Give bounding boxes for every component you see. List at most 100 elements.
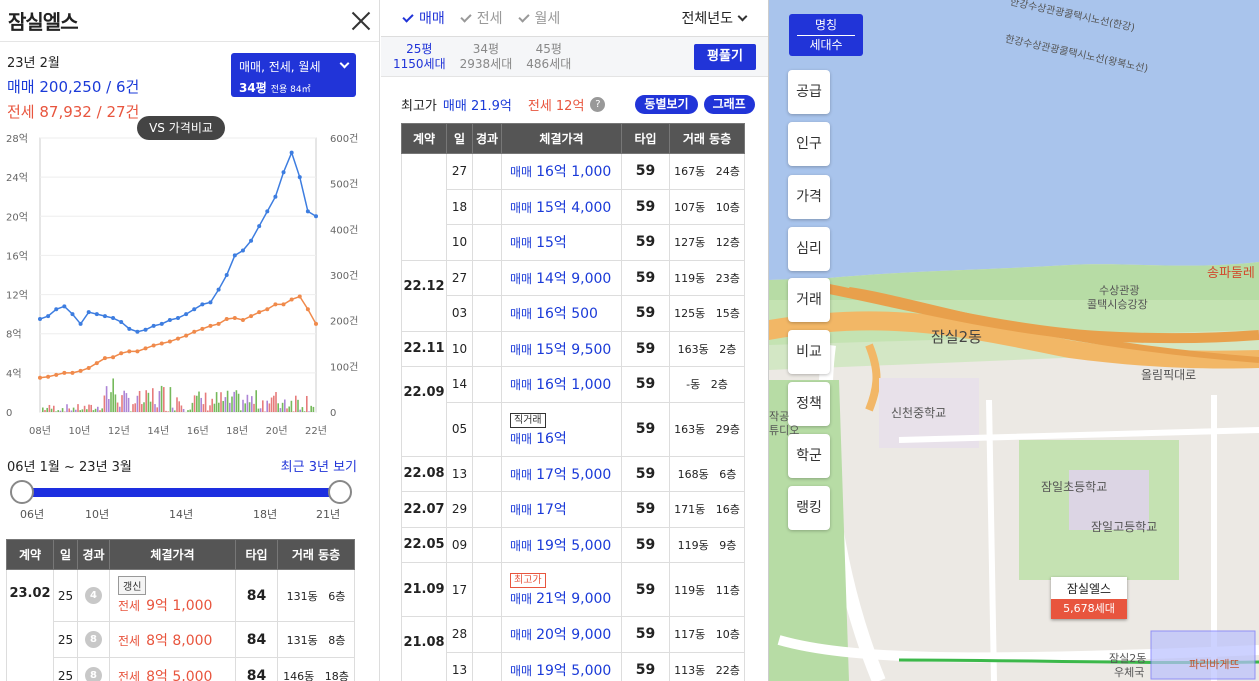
volume-bar xyxy=(174,410,176,412)
x-tick: 14년 xyxy=(147,425,169,437)
volume-bar xyxy=(246,394,249,412)
data-point xyxy=(216,287,221,292)
y-left-tick: 4억 xyxy=(6,368,22,380)
trade-type-dropdown[interactable]: 매매, 전세, 월세 34평 전용 84㎡ xyxy=(231,53,356,97)
y-left-tick: 20억 xyxy=(6,211,28,223)
dong-floor: 131동 6층 xyxy=(277,569,355,622)
data-point xyxy=(232,316,237,321)
floor: 24층 xyxy=(715,165,740,179)
data-point xyxy=(257,310,262,315)
tab-jeonse[interactable]: 전세 xyxy=(460,8,503,28)
table-row[interactable]: 22.12 27 매매 14억 9,000 59 119동 23층 xyxy=(401,259,745,332)
table-row[interactable]: 18 매매 15억 4,000 59 107동 10층 xyxy=(402,188,745,225)
dong: 119동 xyxy=(674,583,706,597)
close-icon[interactable] xyxy=(351,11,371,31)
unit-type: 84 xyxy=(235,657,278,681)
data-point xyxy=(305,209,310,214)
col-header: 체결가격 xyxy=(109,539,236,570)
map-btn-population[interactable]: 인구 xyxy=(788,122,830,166)
data-point xyxy=(265,209,270,214)
volume-bar xyxy=(83,405,86,412)
dong-floor: 171동 16층 xyxy=(669,491,745,528)
vs-compare-button[interactable]: VS 가격비교 xyxy=(137,116,225,140)
volume-bar xyxy=(103,395,106,412)
map-btn-compare[interactable]: 비교 xyxy=(788,330,830,374)
dong: 119동 xyxy=(677,538,709,552)
data-point xyxy=(224,317,229,322)
trade-price: 8억 8,000 xyxy=(146,632,213,649)
size-households: 1150세대 xyxy=(393,56,446,71)
table-row[interactable]: 10 매매 15억 59 127동 12층 xyxy=(402,224,745,261)
trade-price: 15억 4,000 xyxy=(536,199,612,216)
size-option-25[interactable]: 25평 1150세대 xyxy=(393,42,446,72)
volume-bar xyxy=(79,410,81,412)
left-trade-table: 계약 일 경과 체결가격 타입 거래 동층 23.02 25 4 갱신 전세 9억 … xyxy=(6,539,355,681)
volume-bar xyxy=(209,405,211,412)
volume-bar xyxy=(312,406,315,412)
map-view[interactable]: 명칭 세대수 공급 인구 가격 심리 거래 비교 정책 학군 랭킹 한강수상관광… xyxy=(769,0,1259,681)
map-btn-trade[interactable]: 거래 xyxy=(788,278,830,322)
table-row[interactable]: 13 매매 19억 5,000 59 113동 22층 xyxy=(402,651,745,681)
complex-marker[interactable]: 잠실엘스 5,678세대 xyxy=(1051,577,1127,619)
dong: 127동 xyxy=(674,236,706,250)
period-slider[interactable] xyxy=(10,480,352,504)
trade-kind: 매매 xyxy=(510,467,533,482)
table-row[interactable]: 22.05 09 매매 19억 5,000 59 119동 9층 xyxy=(401,526,745,563)
graph-button[interactable]: 그래프 xyxy=(703,95,755,114)
map-btn-sentiment[interactable]: 심리 xyxy=(788,227,830,271)
volume-bar xyxy=(242,399,244,412)
volume-bar xyxy=(281,402,284,412)
volume-bar xyxy=(55,411,57,412)
unit-type: 59 xyxy=(621,651,670,681)
volume-bar xyxy=(268,403,271,412)
table-row: 25 8 전세 8억 5,000 84 146동 18층 xyxy=(7,657,355,681)
size-option-45[interactable]: 45평 486세대 xyxy=(526,42,571,72)
size-option-34[interactable]: 34평 2938세대 xyxy=(460,42,513,72)
help-icon[interactable]: ? xyxy=(590,97,606,112)
table-row[interactable]: 22.07 29 매매 17억 59 171동 16층 xyxy=(401,491,745,528)
volume-bar xyxy=(303,411,306,412)
map-label: 튜디오 xyxy=(769,424,800,437)
volume-bar xyxy=(75,409,77,412)
contract-day: 09 xyxy=(446,526,473,563)
volume-bar xyxy=(189,409,191,412)
volume-bar xyxy=(165,410,167,412)
dong: -동 xyxy=(686,378,701,392)
map-btn-school[interactable]: 학군 xyxy=(788,434,830,478)
recent-3y-link[interactable]: 최근 3년 보기 xyxy=(281,456,357,475)
map-btn-policy[interactable]: 정책 xyxy=(788,382,830,426)
table-row[interactable]: 21.08 28 매매 20억 9,000 59 117동 10층 xyxy=(401,616,745,681)
year-select[interactable]: 전체년도 xyxy=(681,8,748,28)
table-row[interactable]: 22.11 10 매매 15억 9,500 59 163동 2층 xyxy=(401,330,745,367)
pyeong-expand-button[interactable]: 평풀기 xyxy=(694,43,756,70)
size-selector: 25평 1150세대 34평 2938세대 45평 486세대 평풀기 xyxy=(381,37,768,77)
contract-month: 22.09 xyxy=(401,366,447,457)
table-row[interactable]: 22.08 13 매매 17억 5,000 59 168동 6층 xyxy=(401,455,745,492)
slider-handle-start[interactable] xyxy=(10,480,34,504)
x-tick: 08년 xyxy=(29,425,51,437)
table-row[interactable]: 22.09 14 매매 16억 1,000 59 -동 2층 xyxy=(401,366,745,457)
volume-bar xyxy=(222,401,224,412)
volume-bar xyxy=(200,397,202,412)
map-btn-price[interactable]: 가격 xyxy=(788,175,830,219)
table-row[interactable]: 27 매매 16억 1,000 59 167동 24층 xyxy=(401,153,745,261)
volume-bar xyxy=(66,404,68,412)
volume-bar xyxy=(112,378,114,412)
data-point xyxy=(176,336,180,341)
tab-wolse[interactable]: 월세 xyxy=(517,8,560,28)
volume-bar xyxy=(244,403,246,412)
price-cell: 매매 15억 9,500 xyxy=(501,330,622,367)
map-btn-ranking[interactable]: 랭킹 xyxy=(788,486,830,530)
tab-sale[interactable]: 매매 xyxy=(402,8,445,28)
map-btn-supply[interactable]: 공급 xyxy=(788,70,830,114)
volume-bar xyxy=(50,408,53,412)
trade-kind: 전세 xyxy=(118,669,141,681)
table-row[interactable]: 21.09 17 최고가 매매 21억 9,000 59 119동 11층 xyxy=(401,562,745,617)
price-cell: 매매 20억 9,000 xyxy=(501,616,622,653)
trade-kind: 매매 xyxy=(510,200,533,215)
table-row[interactable]: 03 매매 16억 500 59 125동 15층 xyxy=(402,295,745,332)
volume-bar xyxy=(97,406,99,412)
slider-handle-end[interactable] xyxy=(328,480,352,504)
table-row[interactable]: 05 직거래 매매 16억 59 163동 29층 xyxy=(402,401,745,457)
dong-view-button[interactable]: 동별보기 xyxy=(635,95,698,114)
